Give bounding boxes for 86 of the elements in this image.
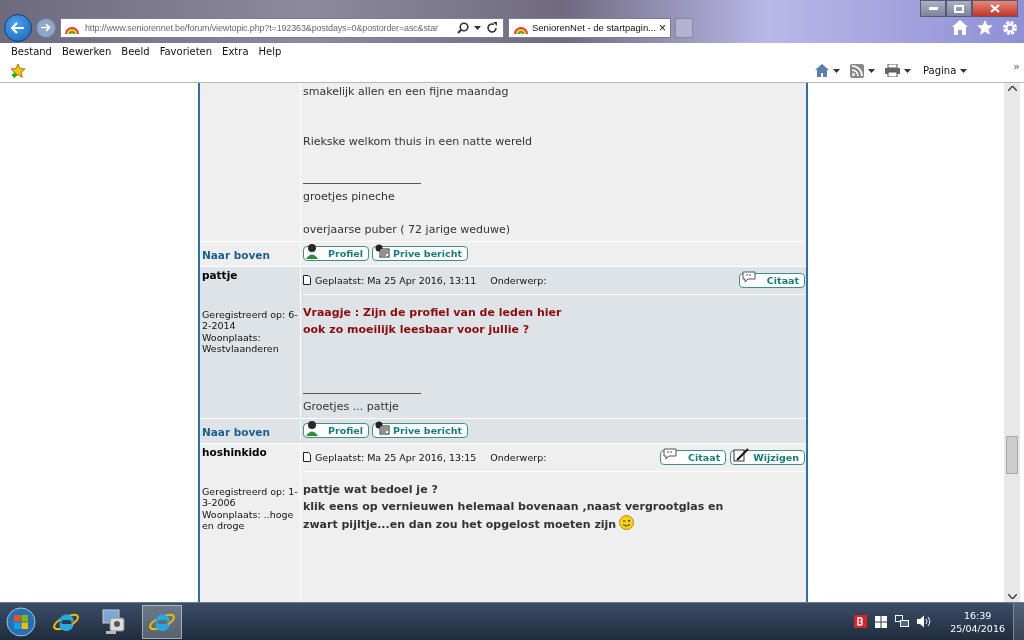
subject-label: Onderwerp: (490, 274, 547, 286)
clock-date: 25/04/2016 (950, 621, 1005, 635)
settings-icon[interactable] (1002, 19, 1018, 36)
quote-button[interactable]: Citaat (660, 449, 727, 465)
close-tab-button[interactable]: × (659, 20, 667, 35)
author-detail: Geregistreerd op: 6-2-2014 (202, 308, 299, 332)
post-text: zwart pijltje...en dan zou het opgelost moeten zijn (303, 514, 805, 533)
profile-button[interactable]: Profiel (303, 246, 369, 262)
start-button[interactable] (4, 606, 38, 637)
speaker-icon[interactable] (917, 615, 933, 628)
scrollbar[interactable] (1004, 82, 1020, 602)
people-icon (374, 421, 390, 436)
caret-icon[interactable] (474, 25, 481, 30)
toolbar-overflow-button[interactable]: » (1013, 59, 1020, 73)
menu-item[interactable]: Help (253, 45, 287, 57)
author-detail: Woonplaats: ..hoge en droge (202, 508, 295, 532)
author-name: hoshinkido (202, 445, 268, 458)
people-icon (374, 244, 390, 259)
signature-text: groetjes pineche (303, 188, 396, 204)
home-icon[interactable] (814, 64, 829, 78)
menu-item[interactable]: Bewerken (56, 45, 117, 57)
signature-text: Groetjes ... pattje (303, 398, 400, 414)
printer-icon[interactable] (884, 64, 900, 78)
window-controls[interactable] (920, 0, 1018, 17)
post-text: Vraagje : Zijn de profiel van de leden hier (303, 304, 563, 321)
forward-arrow-icon (41, 23, 51, 33)
back-button[interactable] (4, 13, 32, 42)
post-text: klik eens op vernieuwen helemaal bovenaan ,naast vergrootglas en (303, 498, 725, 515)
maximize-icon (954, 4, 964, 13)
network-icon[interactable] (895, 615, 910, 628)
caret-icon[interactable] (832, 68, 840, 73)
back-to-top-link[interactable]: Naar boven (202, 426, 270, 439)
browser-tab[interactable]: SeniorenNet - de startpagin... × (508, 17, 672, 38)
forward-button[interactable] (36, 17, 56, 38)
menu-item[interactable]: Extra (217, 45, 254, 57)
browser-taskbar-button[interactable] (142, 604, 182, 639)
speech-bubble-icon (662, 448, 679, 462)
favorites-star-icon[interactable] (10, 62, 26, 79)
person-icon (305, 420, 319, 437)
menu-item[interactable]: Bestand (6, 45, 57, 57)
scroll-up-icon[interactable] (1007, 85, 1017, 91)
windows-flag-icon[interactable] (875, 615, 888, 628)
profile-button[interactable]: Profiel (303, 423, 369, 439)
menu-item[interactable]: Favorieten (154, 45, 218, 57)
post-text: Riekske welkom thuis in een natte wereld (303, 133, 534, 150)
caret-icon[interactable] (867, 68, 875, 73)
post-date: Geplaatst: Ma 25 Apr 2016, 13:11 (315, 274, 477, 286)
pencil-paper-icon (732, 447, 751, 462)
scrollbar-thumb[interactable] (1006, 436, 1018, 474)
subject-label: Onderwerp: (490, 451, 547, 463)
private-message-button[interactable]: Prive bericht (372, 246, 468, 262)
refresh-icon[interactable] (486, 21, 498, 34)
monitor-icon (102, 608, 126, 635)
speech-bubble-icon (741, 271, 757, 285)
caret-icon[interactable] (903, 68, 911, 73)
document-icon (303, 275, 311, 286)
close-icon (990, 4, 1000, 13)
author-detail: Woonplaats: Westvlaanderen (202, 331, 280, 355)
star-icon[interactable] (977, 20, 993, 36)
post-text: ook zo moeilijk leesbaar voor jullie ? (303, 321, 531, 338)
author-detail: Geregistreerd op: 1-3-2006 (202, 485, 299, 509)
search-icon[interactable] (457, 21, 469, 34)
back-to-top-link[interactable]: Naar boven (202, 249, 270, 262)
address-bar[interactable]: http://www.seniorennet.be/forum/viewtopic.php?t=192363&postdays=0&postorder=asc&star (60, 17, 504, 38)
private-message-button[interactable]: Prive bericht (372, 423, 468, 439)
caret-icon (960, 68, 968, 73)
menu-item[interactable]: Beeld (116, 45, 155, 57)
author-name: pattje (202, 268, 239, 281)
clock[interactable]: 16:39 25/04/2016 (950, 608, 1005, 635)
post-text: smakelijk allen en een fijne maandag (303, 83, 510, 100)
minimize-icon (928, 7, 938, 10)
quote-button[interactable]: Citaat (739, 272, 805, 288)
page-menu-button[interactable]: Pagina (920, 65, 970, 77)
document-icon (303, 452, 311, 463)
post-text: pattje wat bedoel je ? (303, 481, 439, 498)
edit-button[interactable]: Wijzigen (730, 449, 805, 465)
tab-title: SeniorenNet - de startpagin... (532, 22, 657, 34)
back-arrow-icon (11, 21, 25, 34)
post-date: Geplaatst: Ma 25 Apr 2016, 13:15 (315, 451, 477, 463)
home-icon[interactable] (952, 20, 968, 36)
address-text: http://www.seniorennet.be/forum/viewtopic.php?t=192363&postdays=0&postorder=asc&star (85, 22, 439, 33)
person-icon (305, 243, 319, 260)
antivirus-tray-icon[interactable] (854, 615, 868, 628)
scroll-down-icon[interactable] (1007, 594, 1017, 599)
signature-text: overjaarse puber ( 72 jarige weduwe) (303, 221, 511, 237)
clock-time: 16:39 (963, 608, 992, 622)
